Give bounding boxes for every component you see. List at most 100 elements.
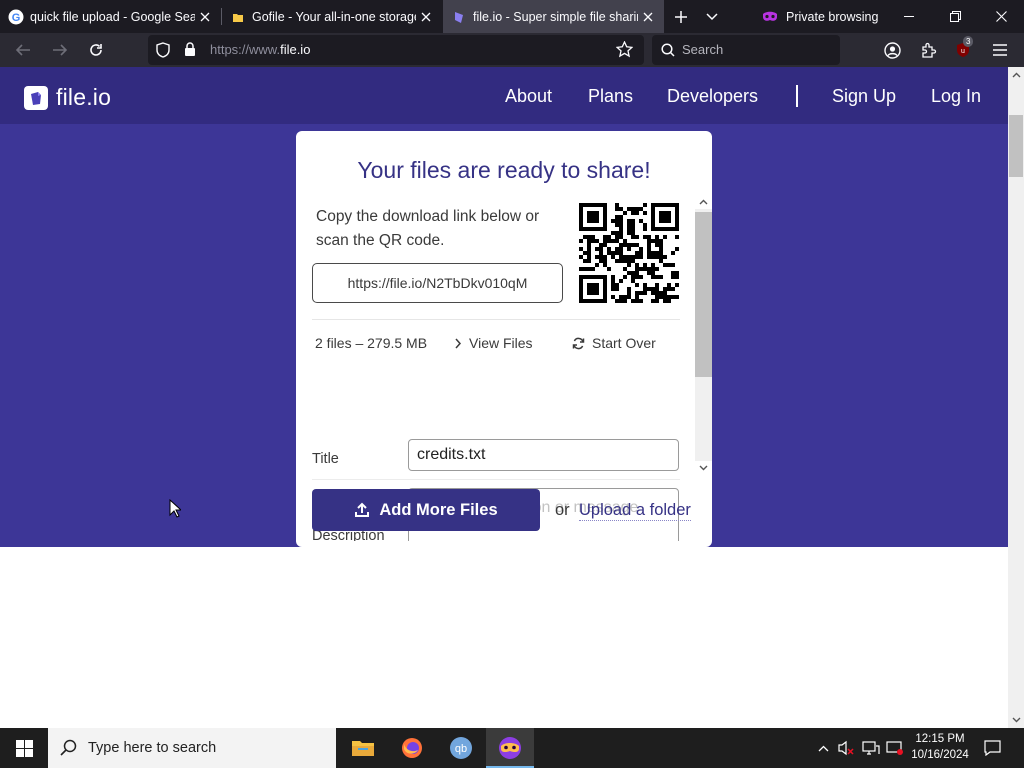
new-tab-button[interactable] [670, 6, 692, 28]
nav-divider [796, 85, 798, 107]
fileio-icon [451, 9, 467, 25]
address-bar[interactable]: https://www.file.io [148, 35, 644, 65]
nav-about[interactable]: About [505, 86, 552, 107]
reload-button[interactable] [84, 38, 108, 62]
site-logo[interactable]: file.io [24, 84, 111, 111]
card-title: Your files are ready to share! [357, 157, 651, 183]
menu-button[interactable] [988, 38, 1012, 62]
page-scroll-up-arrow[interactable] [1008, 67, 1024, 83]
scroll-up-arrow[interactable] [695, 195, 712, 209]
start-button[interactable] [0, 728, 48, 768]
instructions-text: Copy the download link below or scan the… [316, 208, 540, 249]
svg-text:u: u [961, 48, 965, 55]
view-files-label: View Files [469, 335, 533, 351]
search-icon [60, 739, 78, 762]
svg-text:qb: qb [455, 743, 467, 755]
upload-icon [355, 502, 370, 517]
url-domain: file.io [280, 42, 311, 57]
or-text: or [555, 501, 570, 519]
clock-time: 12:15 PM [915, 733, 965, 745]
tab-title: Gofile - Your all-in-one storage solutio… [252, 9, 416, 24]
url-prefix: https://www. [210, 42, 281, 57]
minimize-button[interactable] [886, 0, 932, 33]
card-scrollbar[interactable] [695, 195, 712, 475]
nav-developers[interactable]: Developers [667, 86, 758, 107]
close-tab-icon[interactable] [638, 7, 658, 27]
bookmark-star-icon[interactable] [615, 40, 634, 63]
search-bar[interactable]: Search [652, 35, 840, 65]
volume-muted-icon[interactable] [835, 728, 857, 768]
tab-gofile[interactable]: Gofile - Your all-in-one storage solutio… [222, 0, 442, 33]
lock-icon[interactable] [184, 42, 196, 62]
private-browsing-indicator: Private browsing [762, 0, 878, 33]
folder-icon [352, 741, 374, 756]
qbittorrent-icon: qb [450, 737, 472, 759]
page-scroll-down-arrow[interactable] [1008, 712, 1024, 728]
start-over-link[interactable]: Start Over [572, 335, 656, 351]
nav-signup[interactable]: Sign Up [832, 86, 896, 107]
tab-title: quick file upload - Google Search [30, 9, 195, 24]
private-browsing-icon [499, 737, 521, 759]
restore-button[interactable] [932, 0, 978, 33]
tab-fileio[interactable]: file.io - Super simple file sharing [443, 0, 664, 33]
scrollbar-thumb[interactable] [695, 212, 712, 377]
tab-google-search[interactable]: G quick file upload - Google Search [0, 0, 221, 33]
private-label: Private browsing [786, 9, 879, 24]
tracking-shield-icon[interactable] [156, 42, 170, 63]
list-tabs-button[interactable] [701, 6, 723, 28]
hero-section: file.io About Plans Developers Sign Up L… [0, 67, 1008, 547]
add-more-files-button[interactable]: Add More Files [312, 489, 540, 531]
navigation-toolbar: https://www.file.io Search u 3 [0, 33, 1024, 67]
divider [312, 319, 680, 320]
network-icon[interactable] [860, 728, 882, 768]
page-scrollbar[interactable] [1008, 67, 1024, 728]
search-placeholder: Search [682, 42, 724, 57]
nav-plans[interactable]: Plans [588, 86, 633, 107]
taskbar-search-box[interactable]: Type here to search [48, 728, 336, 768]
svg-text:G: G [12, 12, 21, 24]
security-alert-icon[interactable] [884, 728, 906, 768]
page-scrollbar-thumb[interactable] [1009, 115, 1023, 177]
divider [312, 479, 680, 480]
tab-title: file.io - Super simple file sharing [473, 9, 638, 24]
url-text[interactable]: https://www.file.io [210, 42, 310, 57]
clock-date: 10/16/2024 [911, 749, 969, 761]
title-input[interactable]: credits.txt [408, 439, 679, 471]
chevron-right-icon [455, 338, 462, 348]
search-icon [661, 43, 675, 62]
close-tab-icon[interactable] [416, 7, 436, 27]
qbittorrent-button[interactable]: qb [437, 728, 485, 768]
ublock-extension-button[interactable]: u 3 [952, 36, 976, 62]
close-tab-icon[interactable] [195, 7, 215, 27]
page-viewport: file.io About Plans Developers Sign Up L… [0, 67, 1008, 728]
extensions-button[interactable] [916, 38, 940, 62]
taskbar-search-placeholder: Type here to search [88, 740, 217, 756]
close-window-button[interactable] [978, 0, 1024, 33]
firefox-private-button[interactable] [486, 728, 534, 768]
forward-button[interactable] [48, 38, 72, 62]
windows-icon [15, 739, 33, 757]
mouse-cursor-icon [169, 498, 183, 523]
system-clock[interactable]: 12:15 PM 10/16/2024 [908, 731, 972, 763]
back-button[interactable] [11, 38, 35, 62]
file-explorer-button[interactable] [339, 728, 387, 768]
upload-folder-link[interactable]: Upload a folder [579, 501, 691, 521]
share-link-field[interactable]: https://file.io/N2TbDkv010qM [312, 263, 563, 303]
nav-login[interactable]: Log In [931, 86, 981, 107]
firefox-button[interactable] [388, 728, 436, 768]
qr-code [579, 203, 679, 303]
share-card: Your files are ready to share! Copy the … [296, 131, 712, 547]
notifications-button[interactable] [980, 728, 1004, 768]
file-summary-text: 2 files – 279.5 MB [315, 335, 428, 351]
fileio-logo-icon [24, 85, 48, 110]
scroll-down-arrow[interactable] [695, 461, 712, 475]
start-over-label: Start Over [592, 335, 656, 351]
show-hidden-icons-button[interactable] [814, 728, 832, 768]
firefox-icon [402, 738, 422, 758]
tab-strip: G quick file upload - Google Search Gofi… [0, 0, 1024, 33]
gofile-icon [230, 9, 246, 25]
view-files-link[interactable]: View Files [454, 335, 533, 351]
account-button[interactable] [880, 38, 904, 62]
add-more-files-label: Add More Files [379, 500, 498, 519]
title-label: Title [312, 451, 339, 467]
